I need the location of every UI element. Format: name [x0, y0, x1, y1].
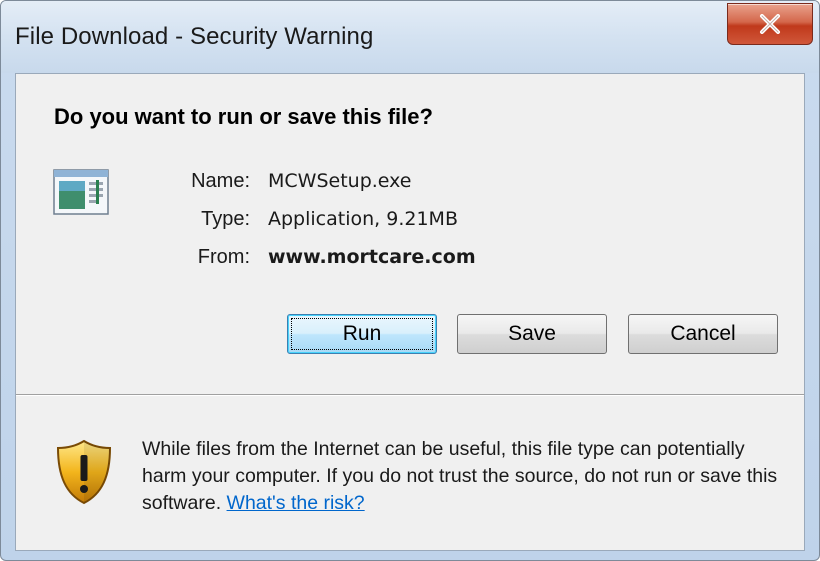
- run-button-label: Run: [342, 322, 382, 345]
- save-button[interactable]: Save: [457, 314, 607, 354]
- close-button[interactable]: [727, 3, 813, 45]
- window-title: File Download - Security Warning: [15, 23, 374, 50]
- type-label: Type:: [201, 208, 250, 230]
- close-icon: [760, 14, 780, 34]
- from-value: www.mortcare.com: [268, 246, 476, 268]
- cancel-button-label: Cancel: [670, 322, 736, 345]
- name-label: Name:: [191, 170, 250, 192]
- run-button[interactable]: Run: [287, 314, 437, 354]
- warning-section: While files from the Internet can be use…: [16, 396, 804, 550]
- from-label: From:: [197, 246, 250, 268]
- name-value: MCWSetup.exe: [268, 170, 412, 192]
- dialog-question: Do you want to run or save this file?: [54, 104, 433, 129]
- whats-the-risk-link[interactable]: What's the risk?: [227, 492, 365, 514]
- warning-message: While files from the Internet can be use…: [142, 436, 792, 517]
- file-download-dialog: File Download - Security Warning Do you …: [0, 0, 820, 561]
- dialog-content: Do you want to run or save this file? Na…: [15, 73, 805, 551]
- file-info-section: Do you want to run or save this file? Na…: [16, 74, 804, 394]
- type-value: Application, 9.21MB: [268, 208, 458, 230]
- security-shield-icon: [56, 439, 112, 505]
- cancel-button[interactable]: Cancel: [628, 314, 778, 354]
- application-file-icon: [53, 169, 109, 215]
- save-button-label: Save: [508, 322, 556, 345]
- title-bar[interactable]: File Download - Security Warning: [1, 1, 819, 73]
